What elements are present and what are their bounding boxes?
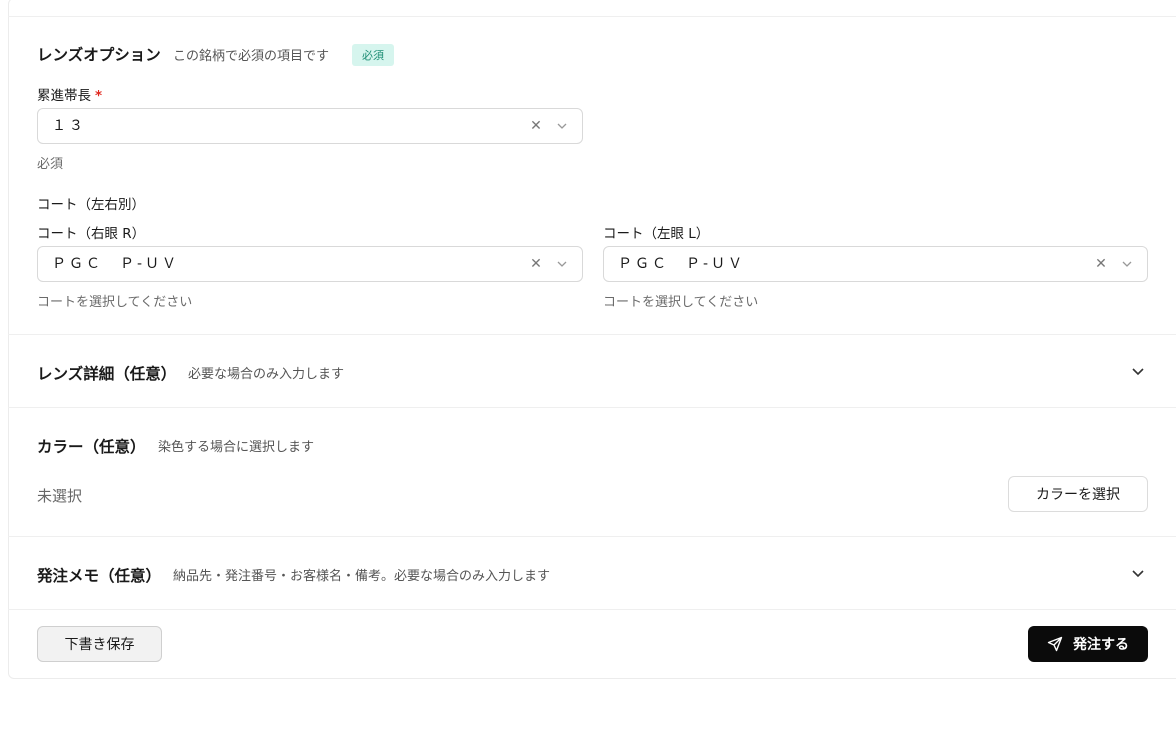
coat-left-label: コート（左眼 L） [603,226,710,242]
required-mark: * [95,88,103,104]
coat-left-select[interactable]: ＰＧＣ Ｐ-ＵＶ ✕ [603,246,1148,282]
order-memo-subtitle: 納品先・発注番号・お客様名・備考。必要な場合のみ入力します [173,569,551,584]
order-memo-title[interactable]: 発注メモ（任意） [37,564,161,586]
chevron-down-icon[interactable] [555,258,569,270]
coat-group-label: コート（左右別） [37,197,145,213]
section-divider [8,407,1176,408]
color-subtitle: 染色する場合に選択します [158,440,315,455]
progressive-length-select[interactable]: １３ ✕ [37,108,583,144]
submit-order-label: 発注する [1073,637,1129,653]
color-title: カラー（任意） [37,438,146,456]
required-badge: 必須 [352,44,394,66]
progressive-length-label-text: 累進帯長 [37,88,91,104]
chevron-down-icon[interactable] [1130,565,1146,581]
progressive-length-help: 必須 [37,157,64,172]
close-icon[interactable]: ✕ [1095,257,1107,271]
select-color-button[interactable]: カラーを選択 [1008,476,1148,512]
submit-order-button[interactable]: 発注する [1028,626,1148,662]
coat-left-help: コートを選択してください [603,295,759,310]
lens-details-title[interactable]: レンズ詳細（任意） [37,362,176,384]
top-divider [8,16,1176,17]
save-draft-button[interactable]: 下書き保存 [37,626,162,662]
close-icon[interactable]: ✕ [530,257,542,271]
coat-right-help: コートを選択してください [37,295,193,310]
lens-details-subtitle: 必要な場合のみ入力します [188,367,345,382]
color-status: 未選択 [37,487,83,505]
send-icon [1047,636,1063,652]
chevron-down-icon[interactable] [1120,258,1134,270]
chevron-down-icon[interactable] [555,120,569,132]
coat-right-value: ＰＧＣ Ｐ-ＵＶ [52,256,180,272]
section-divider [8,536,1176,537]
chevron-down-icon[interactable] [1130,363,1146,379]
coat-right-label: コート（右眼 R） [37,226,146,242]
progressive-length-label: 累進帯長 * [37,84,102,104]
coat-left-value: ＰＧＣ Ｐ-ＵＶ [618,256,746,272]
section-divider [8,334,1176,335]
close-icon[interactable]: ✕ [530,119,542,133]
lens-options-subtitle: この銘柄で必須の項目です [173,49,330,64]
coat-right-select[interactable]: ＰＧＣ Ｐ-ＵＶ ✕ [37,246,583,282]
lens-options-title: レンズオプション [37,46,161,64]
section-divider [8,609,1176,610]
progressive-length-value: １３ [52,118,86,134]
